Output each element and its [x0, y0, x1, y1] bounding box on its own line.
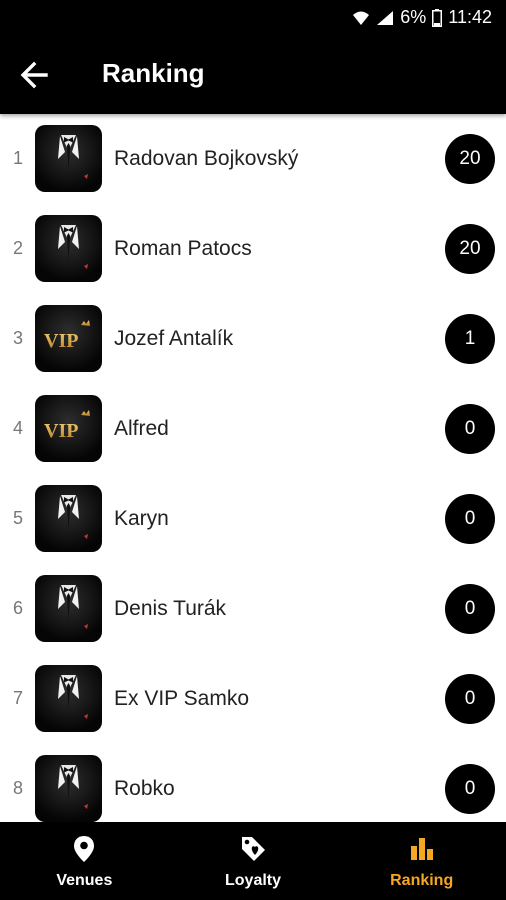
ranking-row[interactable]: 5 Karyn 0: [0, 474, 506, 564]
rank-number: 8: [12, 778, 23, 798]
tuxedo-icon: [58, 225, 88, 269]
score-badge: 1: [445, 314, 495, 364]
player-name: Radovan Bojkovský: [114, 147, 299, 170]
score-badge: 0: [445, 584, 495, 634]
bottom-nav: Venues Loyalty Ranking: [0, 822, 506, 900]
battery-icon: [432, 8, 443, 27]
avatar: [35, 125, 102, 192]
ranking-row[interactable]: 4 VIP Alfred 0: [0, 384, 506, 474]
player-name: Jozef Antalík: [114, 327, 234, 350]
page-title: Ranking: [102, 58, 205, 88]
player-name: Karyn: [114, 507, 169, 530]
avatar: VIP: [35, 305, 102, 372]
avatar: [35, 755, 102, 822]
score-badge: 20: [445, 224, 495, 274]
player-name: Roman Patocs: [114, 237, 252, 260]
nav-ranking[interactable]: Ranking: [337, 822, 506, 900]
tuxedo-icon: [58, 675, 88, 719]
player-name: Ex VIP Samko: [114, 687, 250, 710]
rank-number: 2: [12, 238, 23, 258]
nav-ranking-label: Ranking: [390, 872, 454, 889]
tag-icon: [242, 837, 265, 861]
ranking-row[interactable]: 3 VIP Jozef Antalík 1: [0, 294, 506, 384]
svg-text:VIP: VIP: [44, 420, 78, 442]
score-badge: 0: [445, 674, 495, 724]
avatar: [35, 575, 102, 642]
score-badge: 0: [445, 494, 495, 544]
status-bar: 6% 11:42: [0, 0, 506, 36]
nav-loyalty[interactable]: Loyalty: [169, 822, 338, 900]
rank-number: 5: [12, 508, 23, 528]
avatar: [35, 215, 102, 282]
player-name: Denis Turák: [114, 597, 227, 620]
rank-number: 7: [12, 688, 23, 708]
rank-number: 4: [12, 418, 23, 438]
nav-venues-label: Venues: [56, 872, 113, 889]
ranking-row[interactable]: 1 Radovan Bojkovský 20: [0, 114, 506, 204]
player-name: Robko: [114, 777, 175, 800]
vip-crown-icon: VIP: [44, 410, 90, 442]
tuxedo-icon: [58, 495, 88, 539]
tuxedo-icon: [58, 765, 88, 809]
player-name: Alfred: [114, 417, 169, 440]
tuxedo-icon: [58, 135, 88, 179]
score-badge: 0: [445, 404, 495, 454]
svg-text:VIP: VIP: [44, 330, 78, 352]
score-badge: 20: [445, 134, 495, 184]
tuxedo-icon: [58, 585, 88, 629]
back-arrow-icon[interactable]: [16, 57, 52, 93]
rank-number: 1: [12, 148, 23, 168]
bar-chart-icon: [410, 838, 433, 860]
nav-loyalty-label: Loyalty: [225, 872, 282, 889]
status-icons: 6% 11:42: [352, 7, 492, 28]
ranking-row[interactable]: 2 Roman Patocs 20: [0, 204, 506, 294]
battery-percent: 6%: [400, 7, 427, 27]
ranking-row[interactable]: 6 Denis Turák 0: [0, 564, 506, 654]
avatar: [35, 485, 102, 552]
wifi-icon: [353, 11, 370, 25]
avatar: [35, 665, 102, 732]
app-bar: Ranking: [0, 36, 506, 114]
vip-crown-icon: VIP: [44, 320, 90, 352]
nav-venues[interactable]: Venues: [0, 822, 169, 900]
location-pin-icon: [74, 836, 95, 862]
rank-number: 3: [12, 328, 23, 348]
score-badge: 0: [445, 764, 495, 814]
signal-icon: [377, 10, 394, 25]
ranking-row[interactable]: 7 Ex VIP Samko 0: [0, 654, 506, 744]
avatar: VIP: [35, 395, 102, 462]
rank-number: 6: [12, 598, 23, 618]
ranking-row[interactable]: 8 Robko 0: [0, 744, 506, 822]
ranking-list: 1 Radovan Bojkovský 20 2 Roman Patocs 20 3 VIP J…: [0, 114, 506, 822]
clock: 11:42: [448, 7, 492, 27]
